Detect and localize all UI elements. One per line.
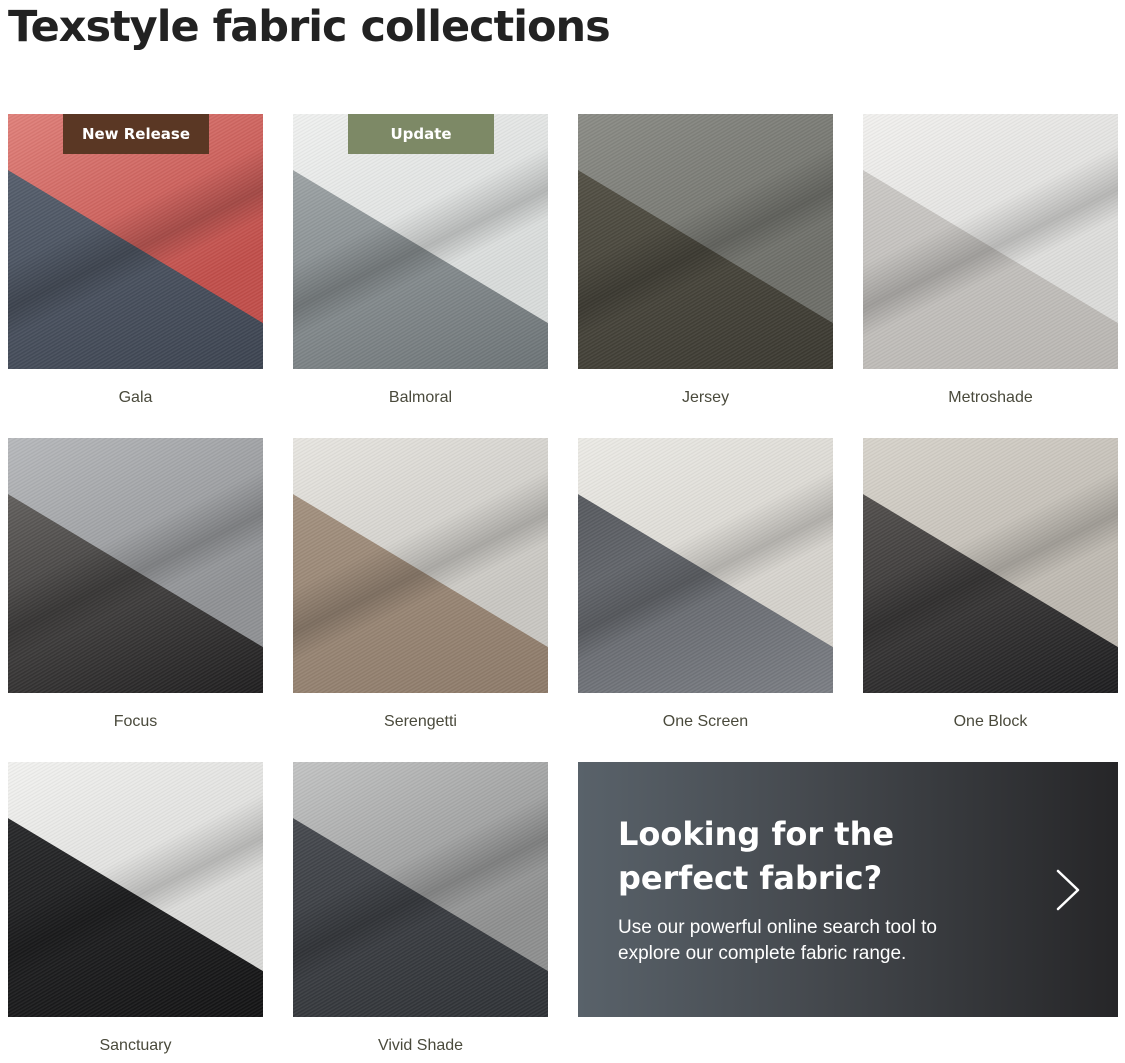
fabric-swatch-image [863,114,1118,369]
collection-name[interactable]: Sanctuary [8,1037,263,1055]
collection-card[interactable]: Update Balmoral [293,114,548,407]
collection-name[interactable]: Balmoral [293,389,548,407]
collection-name[interactable]: Metroshade [863,389,1118,407]
fabric-swatch-image: New Release [8,114,263,369]
collection-card[interactable]: Vivid Shade [293,762,548,1055]
collection-name[interactable]: Vivid Shade [293,1037,548,1055]
collection-name[interactable]: Serengetti [293,713,548,731]
collection-badge: Update [348,114,494,154]
collection-name[interactable]: One Block [863,713,1118,731]
collection-card[interactable]: Sanctuary [8,762,263,1055]
fabric-swatch-image: Update [293,114,548,369]
fabric-swatch-image [863,438,1118,693]
promo-text: Use our powerful online search tool to e… [618,917,937,964]
collection-card[interactable]: Focus [8,438,263,731]
fabric-swatch-image [8,762,263,1017]
collection-card[interactable]: One Block [863,438,1118,731]
chevron-right-icon[interactable] [1052,868,1082,912]
collection-card[interactable]: Metroshade [863,114,1118,407]
collection-card[interactable]: Jersey [578,114,833,407]
collection-name[interactable]: Gala [8,389,263,407]
promo-heading: Looking for the perfect fabric? [618,815,895,897]
page-title: Texstyle fabric collections [8,2,611,52]
collection-card[interactable]: Serengetti [293,438,548,731]
collection-card[interactable]: One Screen [578,438,833,731]
collection-name[interactable]: One Screen [578,713,833,731]
fabric-swatch-image [578,114,833,369]
fabric-search-promo[interactable]: Looking for the perfect fabric? Use our … [578,762,1118,1017]
fabric-swatch-image [293,762,548,1017]
fabric-swatch-image [8,438,263,693]
fabric-swatch-image [578,438,833,693]
collection-badge: New Release [63,114,209,154]
collection-name[interactable]: Jersey [578,389,833,407]
collection-name[interactable]: Focus [8,713,263,731]
fabric-swatch-image [293,438,548,693]
collection-card[interactable]: New Release Gala [8,114,263,407]
page: Texstyle fabric collections New Release G… [0,0,1125,1063]
